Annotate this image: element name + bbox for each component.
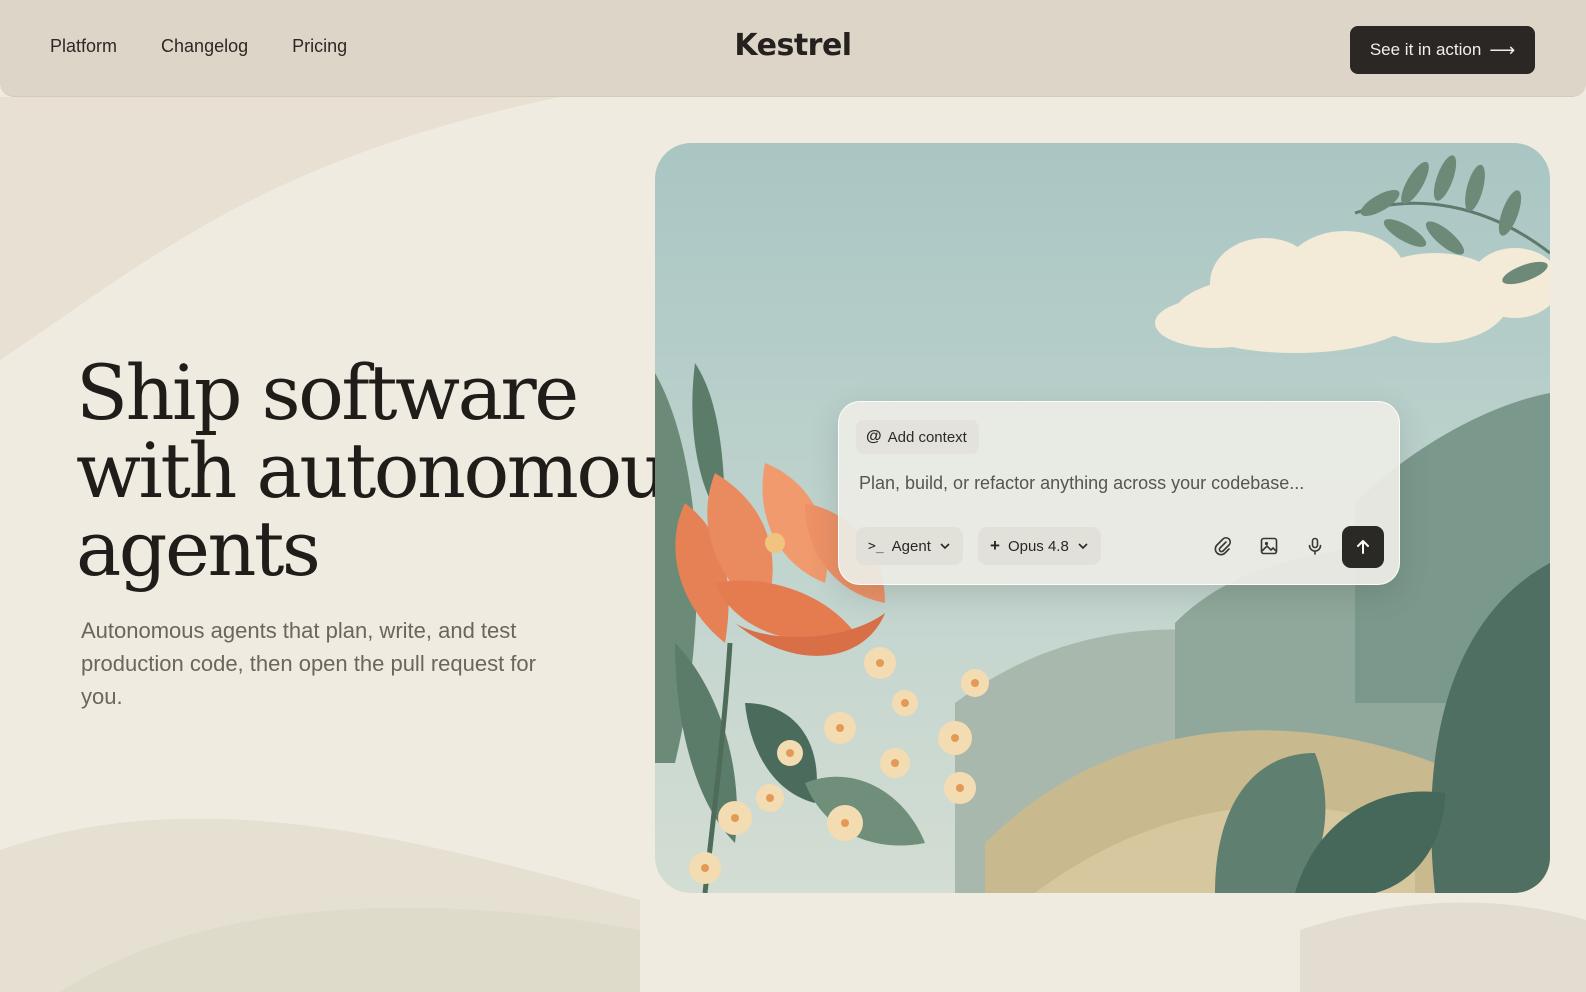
add-context-button[interactable]: @ Add context (856, 420, 979, 454)
cta-label: See it in action (1369, 40, 1482, 59)
mode-selector[interactable]: >_ Agent (856, 527, 963, 565)
terminal-icon: >_ (868, 538, 884, 554)
headline-line-2: with autonomous (76, 426, 705, 515)
arrow-up-icon (1357, 540, 1369, 554)
see-it-in-action-button[interactable]: See it in action ⟶ (1350, 26, 1535, 74)
prompt-composer: @ Add context >_ Agent + Opus 4.8 (838, 401, 1400, 585)
chevron-down-icon (1078, 543, 1088, 550)
model-selector[interactable]: + Opus 4.8 (978, 527, 1101, 565)
voice-input-button[interactable] (1302, 533, 1328, 559)
top-nav-bar: Platform Changelog Pricing Kestrel See i… (0, 0, 1586, 97)
arrow-right-icon: ⟶ (1489, 39, 1516, 60)
microphone-icon (1308, 537, 1322, 555)
attach-image-button[interactable] (1256, 533, 1282, 559)
mode-label: Agent (891, 537, 931, 555)
paperclip-icon (1214, 536, 1232, 556)
plus-icon: + (990, 536, 1000, 555)
attach-file-button[interactable] (1210, 533, 1236, 559)
hero-subtext: Autonomous agents that plan, write, and … (81, 618, 536, 709)
model-label: Opus 4.8 (1007, 537, 1069, 555)
at-sign-icon: @ (866, 428, 882, 445)
hero-headline: Ship software with autonomous agents (76, 348, 705, 593)
prompt-input[interactable] (859, 468, 1379, 498)
send-button[interactable] (1342, 526, 1384, 568)
image-icon (1260, 537, 1278, 555)
headline-line-1: Ship software (76, 348, 579, 437)
chevron-down-icon (940, 543, 950, 550)
headline-line-3: agents (76, 504, 321, 593)
add-context-label: Add context (887, 428, 967, 446)
brand-logo[interactable]: Kestrel (0, 28, 1586, 63)
